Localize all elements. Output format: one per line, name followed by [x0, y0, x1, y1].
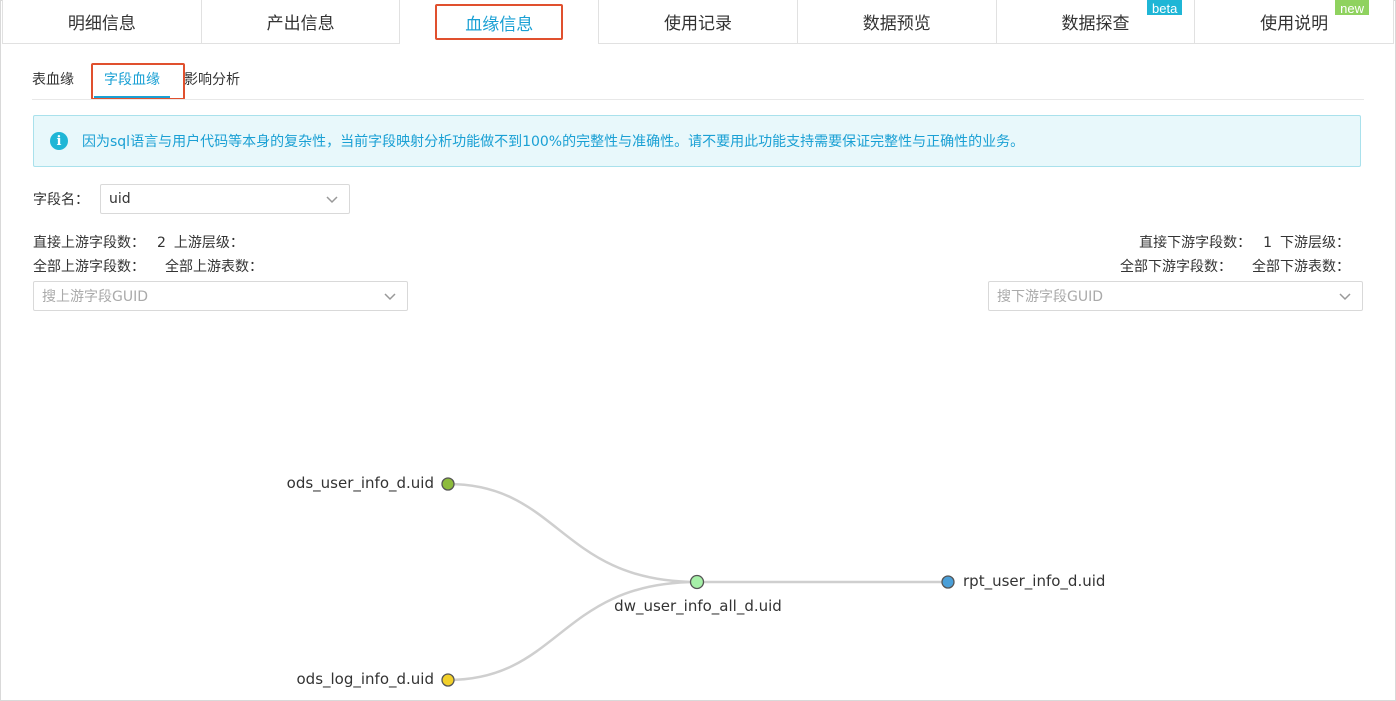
- node-rpt[interactable]: [941, 575, 955, 589]
- node-label-dw[interactable]: dw_user_info_all_d.uid: [614, 597, 782, 615]
- lineage-graph: [441, 477, 955, 687]
- edge-ods-user-to-dw: [447, 482, 698, 584]
- node-label-rpt[interactable]: rpt_user_info_d.uid: [963, 572, 1105, 590]
- node-dw[interactable]: [689, 574, 705, 590]
- node-label-ods-log[interactable]: ods_log_info_d.uid: [297, 670, 435, 688]
- node-ods-log[interactable]: [441, 673, 455, 687]
- node-label-ods-user[interactable]: ods_user_info_d.uid: [287, 474, 434, 492]
- node-ods-user[interactable]: [441, 477, 455, 491]
